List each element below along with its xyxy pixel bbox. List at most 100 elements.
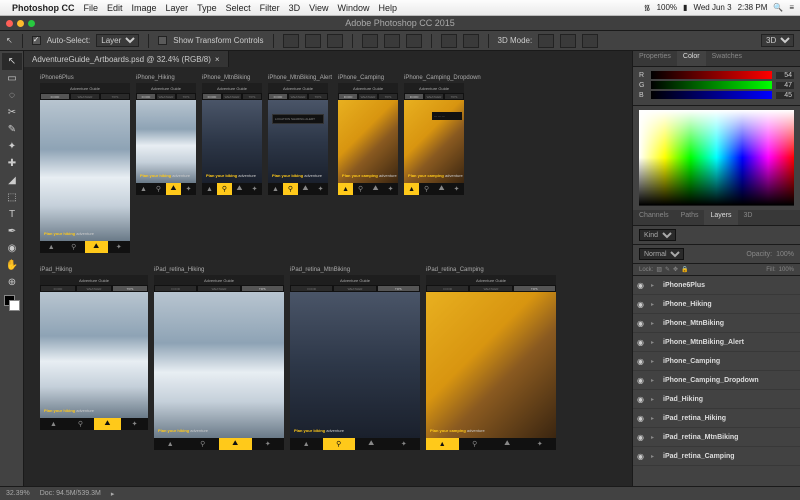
b-slider[interactable] xyxy=(651,91,772,99)
align-btn-3[interactable] xyxy=(327,34,343,48)
align-btn-6[interactable] xyxy=(406,34,422,48)
layer-visibility-icon[interactable]: ◉ xyxy=(637,357,647,366)
align-btn-4[interactable] xyxy=(362,34,378,48)
layer-row[interactable]: ◉▸iPad_retina_Hiking xyxy=(633,409,800,428)
layer-visibility-icon[interactable]: ◉ xyxy=(637,433,647,442)
align-btn-1[interactable] xyxy=(283,34,299,48)
layer-visibility-icon[interactable]: ◉ xyxy=(637,414,647,423)
artboard-iPhone_MtnBiking[interactable]: Adventure GuideFOODWEATHERTIPSPlan your … xyxy=(202,83,262,195)
tool-8[interactable]: ⬚ xyxy=(2,189,22,206)
g-value[interactable]: 47 xyxy=(776,82,794,89)
3d-mode-btn-1[interactable] xyxy=(538,34,554,48)
traffic-zoom[interactable] xyxy=(28,20,35,27)
doc-size[interactable]: Doc: 94.5M/539.3M xyxy=(40,490,101,497)
artboard-iPhone_Camping[interactable]: Adventure GuideFOODWEATHERTIPSPlan your … xyxy=(338,83,398,195)
tool-7[interactable]: ◢ xyxy=(2,172,22,189)
3d-mode-btn-3[interactable] xyxy=(582,34,598,48)
auto-select-checkbox[interactable] xyxy=(32,36,41,45)
distribute-btn-1[interactable] xyxy=(441,34,457,48)
menubar-date[interactable]: Wed Jun 3 xyxy=(693,3,731,12)
artboard-label[interactable]: iPhone_Hiking xyxy=(136,75,196,81)
app-menu[interactable]: Photoshop CC xyxy=(12,3,75,13)
tool-13[interactable]: ⊕ xyxy=(2,274,22,291)
filter-smart-icon[interactable] xyxy=(740,230,751,241)
layer-row[interactable]: ◉▸iPhone_MtnBiking_Alert xyxy=(633,333,800,352)
artboard-iPad_retina_Hiking[interactable]: Adventure GuideFOODWEATHERTIPSPlan your … xyxy=(154,275,284,450)
zoom-level[interactable]: 32.39% xyxy=(6,490,30,497)
tool-10[interactable]: ✒ xyxy=(2,223,22,240)
menu-image[interactable]: Image xyxy=(132,3,157,13)
lock-transparency-icon[interactable]: ▨ xyxy=(656,266,662,273)
tool-12[interactable]: ✋ xyxy=(2,257,22,274)
tab-swatches[interactable]: Swatches xyxy=(706,51,748,66)
artboard-iPhone_MtnBiking_Alert[interactable]: Adventure GuideFOODWEATHERTIPSPlan your … xyxy=(268,83,328,195)
layer-visibility-icon[interactable]: ◉ xyxy=(637,300,647,309)
menu-edit[interactable]: Edit xyxy=(107,3,123,13)
layer-filter-kind[interactable]: Kind xyxy=(639,229,676,241)
menu-file[interactable]: File xyxy=(84,3,99,13)
traffic-minimize[interactable] xyxy=(17,20,24,27)
menu-3d[interactable]: 3D xyxy=(289,3,301,13)
tool-4[interactable]: ✎ xyxy=(2,121,22,138)
menu-view[interactable]: View xyxy=(309,3,328,13)
doc-info-chevron-icon[interactable]: ▸ xyxy=(111,490,115,498)
tool-0[interactable]: ↖ xyxy=(2,53,22,70)
tab-properties[interactable]: Properties xyxy=(633,51,677,66)
document-tab[interactable]: AdventureGuide_Artboards.psd @ 32.4% (RG… xyxy=(24,51,229,67)
opacity-value[interactable]: 100% xyxy=(776,251,794,258)
layer-row[interactable]: ◉▸iPad_retina_MtnBiking xyxy=(633,428,800,447)
tool-11[interactable]: ◉ xyxy=(2,240,22,257)
layer-visibility-icon[interactable]: ◉ xyxy=(637,395,647,404)
tool-3[interactable]: ✂ xyxy=(2,104,22,121)
background-color[interactable] xyxy=(9,300,20,311)
blend-mode-select[interactable]: Normal xyxy=(639,248,684,260)
filter-type-icon[interactable] xyxy=(710,230,721,241)
filter-shape-icon[interactable] xyxy=(725,230,736,241)
layer-visibility-icon[interactable]: ◉ xyxy=(637,452,647,461)
layer-row[interactable]: ◉▸iPhone_Camping_Dropdown xyxy=(633,371,800,390)
artboard-iPhone_Camping_Dropdown[interactable]: Adventure GuideFOODWEATHERTIPSPlan your … xyxy=(404,83,464,195)
layer-row[interactable]: ◉▸iPad_Hiking xyxy=(633,390,800,409)
filter-adjust-icon[interactable] xyxy=(695,230,706,241)
document-tab-close-icon[interactable]: × xyxy=(215,55,220,64)
layer-expand-icon[interactable]: ▸ xyxy=(651,282,659,289)
layer-expand-icon[interactable]: ▸ xyxy=(651,415,659,422)
lock-position-icon[interactable]: ✥ xyxy=(673,266,678,273)
menu-type[interactable]: Type xyxy=(197,3,217,13)
artboard-label[interactable]: iPhone_Camping_Dropdown xyxy=(404,75,481,81)
wifi-icon[interactable]: ᯾ xyxy=(644,2,651,13)
artboard-iPad_retina_MtnBiking[interactable]: Adventure GuideFOODWEATHERTIPSPlan your … xyxy=(290,275,420,450)
artboard-label[interactable]: iPhone_MtnBiking xyxy=(202,75,262,81)
layer-expand-icon[interactable]: ▸ xyxy=(651,301,659,308)
menubar-time[interactable]: 2:38 PM xyxy=(738,3,768,12)
r-slider[interactable] xyxy=(651,71,772,79)
layer-visibility-icon[interactable]: ◉ xyxy=(637,376,647,385)
tool-2[interactable]: ◌ xyxy=(2,87,22,104)
distribute-btn-2[interactable] xyxy=(463,34,479,48)
layer-row[interactable]: ◉▸iPhone_MtnBiking xyxy=(633,314,800,333)
traffic-close[interactable] xyxy=(6,20,13,27)
lock-all-icon[interactable]: 🔒 xyxy=(681,266,688,273)
artboard-label[interactable]: iPhone6Plus xyxy=(40,75,130,81)
b-value[interactable]: 45 xyxy=(776,92,794,99)
artboard-iPad_Hiking[interactable]: Adventure GuideFOODWEATHERTIPSPlan your … xyxy=(40,275,148,430)
artboard-label[interactable]: iPad_retina_MtnBiking xyxy=(290,267,420,273)
spotlight-icon[interactable]: 🔍 xyxy=(773,3,783,12)
artboard-label[interactable]: iPad_Hiking xyxy=(40,267,148,273)
layer-visibility-icon[interactable]: ◉ xyxy=(637,281,647,290)
tab-paths[interactable]: Paths xyxy=(675,210,705,225)
layer-expand-icon[interactable]: ▸ xyxy=(651,434,659,441)
layer-expand-icon[interactable]: ▸ xyxy=(651,377,659,384)
color-picker[interactable] xyxy=(639,110,794,206)
tab-channels[interactable]: Channels xyxy=(633,210,675,225)
3d-mode-btn-2[interactable] xyxy=(560,34,576,48)
tab-3d[interactable]: 3D xyxy=(738,210,759,225)
layer-row[interactable]: ◉▸iPhone6Plus xyxy=(633,276,800,295)
menu-layer[interactable]: Layer xyxy=(166,3,189,13)
fill-value[interactable]: 100% xyxy=(779,267,794,273)
tab-layers[interactable]: Layers xyxy=(704,210,737,225)
tab-color[interactable]: Color xyxy=(677,51,706,66)
tool-1[interactable]: ▭ xyxy=(2,70,22,87)
layer-row[interactable]: ◉▸iPhone_Hiking xyxy=(633,295,800,314)
align-btn-5[interactable] xyxy=(384,34,400,48)
